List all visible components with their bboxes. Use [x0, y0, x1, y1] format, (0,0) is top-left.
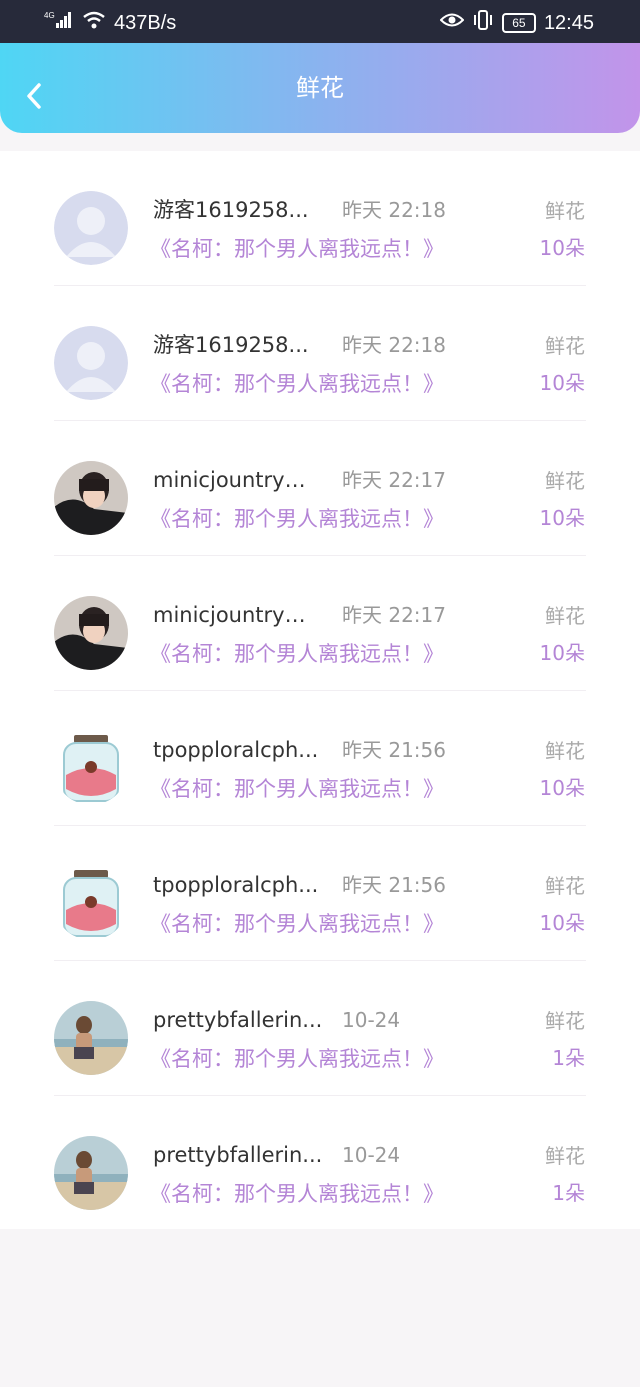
gift-count: 10朵 — [539, 776, 585, 800]
book-title[interactable]: 《名柯：那个男人离我远点！》 — [150, 775, 444, 803]
gift-count: 1朵 — [552, 1046, 585, 1070]
list-item[interactable]: 游客1619258... 昨天 22:18 《名柯：那个男人离我远点！》 鲜花 … — [0, 151, 640, 286]
list-item[interactable]: 游客1619258... 昨天 22:18 《名柯：那个男人离我远点！》 鲜花 … — [0, 286, 640, 421]
jar-avatar[interactable] — [54, 866, 128, 940]
status-bar: 4G 437B/s 65 12:45 — [0, 0, 640, 43]
gift-label: 鲜花 — [545, 1009, 585, 1033]
gift-count: 1朵 — [552, 1181, 585, 1205]
book-title[interactable]: 《名柯：那个男人离我远点！》 — [150, 1045, 444, 1073]
list-item[interactable]: minicjountrym... 昨天 22:17 《名柯：那个男人离我远点！》… — [0, 556, 640, 691]
gift-label: 鲜花 — [545, 199, 585, 223]
photo-avatar[interactable] — [54, 596, 128, 670]
network-speed: 437B/s — [114, 11, 177, 34]
wifi-icon — [82, 10, 106, 35]
book-title[interactable]: 《名柯：那个男人离我远点！》 — [150, 235, 444, 263]
gift-label: 鲜花 — [545, 874, 585, 898]
gift-count: 10朵 — [539, 641, 585, 665]
clock: 12:45 — [543, 11, 594, 34]
gift-count: 10朵 — [539, 236, 585, 260]
book-title[interactable]: 《名柯：那个男人离我远点！》 — [150, 1180, 444, 1208]
send-time: 10-24 — [342, 1008, 401, 1032]
send-time: 昨天 21:56 — [342, 873, 446, 897]
gift-count: 10朵 — [539, 371, 585, 395]
gift-count: 10朵 — [539, 911, 585, 935]
gift-count: 10朵 — [539, 506, 585, 530]
username: minicjountrym... — [153, 468, 325, 492]
book-title[interactable]: 《名柯：那个男人离我远点！》 — [150, 640, 444, 668]
list-item[interactable]: tpopploralcph... 昨天 21:56 《名柯：那个男人离我远点！》… — [0, 691, 640, 826]
send-time: 昨天 22:18 — [342, 198, 446, 222]
gift-label: 鲜花 — [545, 334, 585, 358]
page-title: 鲜花 — [296, 74, 344, 102]
beach-avatar[interactable] — [54, 1136, 128, 1210]
username: prettybfallerin... — [153, 1143, 323, 1167]
username: tpopploralcph... — [153, 873, 319, 897]
list-item[interactable]: prettybfallerin... 10-24 《名柯：那个男人离我远点！》 … — [0, 961, 640, 1096]
photo-avatar[interactable] — [54, 461, 128, 535]
username: 游客1619258... — [153, 333, 309, 357]
default-avatar[interactable] — [54, 191, 128, 265]
jar-avatar[interactable] — [54, 731, 128, 805]
book-title[interactable]: 《名柯：那个男人离我远点！》 — [150, 505, 444, 533]
list-item[interactable]: tpopploralcph... 昨天 21:56 《名柯：那个男人离我远点！》… — [0, 826, 640, 961]
beach-avatar[interactable] — [54, 1001, 128, 1075]
eye-icon — [439, 11, 465, 34]
list-item[interactable]: prettybfallerin... 10-24 《名柯：那个男人离我远点！》 … — [0, 1096, 640, 1231]
send-time: 昨天 21:56 — [342, 738, 446, 762]
book-title[interactable]: 《名柯：那个男人离我远点！》 — [150, 370, 444, 398]
top-header: 鲜花 — [0, 43, 640, 133]
username: tpopploralcph... — [153, 738, 319, 762]
battery-icon: 65 — [501, 12, 536, 33]
vibrate-icon — [472, 10, 494, 35]
gift-label: 鲜花 — [545, 469, 585, 493]
send-time: 10-24 — [342, 1143, 401, 1167]
book-title[interactable]: 《名柯：那个男人离我远点！》 — [150, 910, 444, 938]
username: prettybfallerin... — [153, 1008, 323, 1032]
gift-label: 鲜花 — [545, 739, 585, 763]
send-time: 昨天 22:17 — [342, 468, 446, 492]
gift-label: 鲜花 — [545, 1144, 585, 1168]
username: 游客1619258... — [153, 198, 309, 222]
send-time: 昨天 22:17 — [342, 603, 446, 627]
gift-record-list: 游客1619258... 昨天 22:18 《名柯：那个男人离我远点！》 鲜花 … — [0, 151, 640, 1229]
list-item[interactable]: minicjountrym... 昨天 22:17 《名柯：那个男人离我远点！》… — [0, 421, 640, 556]
send-time: 昨天 22:18 — [342, 333, 446, 357]
default-avatar[interactable] — [54, 326, 128, 400]
signal-icon: 4G — [44, 10, 74, 35]
gift-label: 鲜花 — [545, 604, 585, 628]
svg-text:4G: 4G — [44, 11, 55, 20]
username: minicjountrym... — [153, 603, 325, 627]
